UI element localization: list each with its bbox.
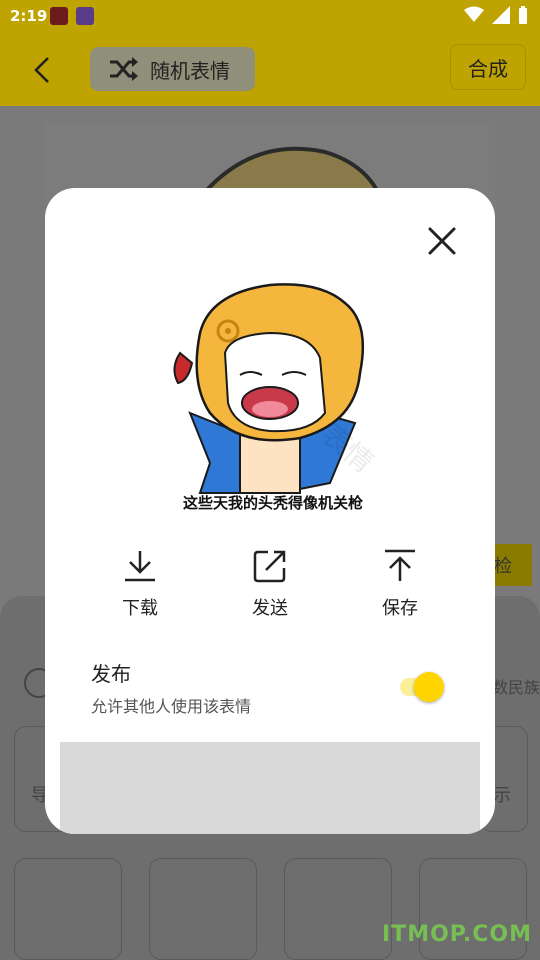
- action-row: 下载 发送 保存: [45, 548, 495, 638]
- status-bar: 2:19: [0, 0, 540, 32]
- toggle-knob: [414, 672, 444, 702]
- notification-app-icon: [50, 7, 68, 25]
- status-time: 2:19: [10, 7, 48, 25]
- close-button[interactable]: [423, 222, 461, 260]
- ad-placeholder: [60, 742, 480, 834]
- chevron-left-icon: [34, 57, 49, 83]
- box-hint-right: 示: [493, 785, 511, 806]
- random-emoji-label: 随机表情: [150, 58, 230, 83]
- back-button[interactable]: [26, 52, 62, 88]
- download-button[interactable]: 下载: [100, 548, 180, 620]
- close-icon: [428, 227, 456, 255]
- compose-button[interactable]: 合成: [450, 44, 526, 90]
- system-icons: [464, 6, 528, 24]
- send-label: 发送: [252, 598, 288, 619]
- sticker-thumb[interactable]: [284, 858, 392, 960]
- notification-app-icon-2: [76, 7, 94, 25]
- save-label: 保存: [382, 598, 418, 619]
- random-emoji-button[interactable]: 随机表情: [90, 47, 255, 91]
- publish-title: 发布: [91, 662, 131, 686]
- download-label: 下载: [122, 598, 158, 619]
- share-dialog: 表情 这些天我的头秃得像机关枪 下载 发送 保存 发布 允许其他人使用该表情: [45, 188, 495, 834]
- send-button[interactable]: 发送: [230, 548, 310, 620]
- sticker-thumb[interactable]: [14, 858, 122, 960]
- signal-icon: [492, 6, 510, 24]
- battery-icon: [519, 6, 527, 24]
- publish-description: 允许其他人使用该表情: [91, 697, 252, 716]
- save-button[interactable]: 保存: [360, 548, 440, 620]
- wifi-icon: [464, 6, 484, 22]
- upload-icon: [385, 549, 415, 581]
- share-icon: [253, 550, 286, 583]
- download-icon: [125, 551, 155, 582]
- publish-toggle[interactable]: [400, 672, 446, 702]
- sticker-thumb[interactable]: [149, 858, 257, 960]
- watermark: ITMOP.COM: [382, 922, 532, 947]
- meme-caption: 这些天我的头秃得像机关枪: [182, 494, 363, 512]
- shuffle-icon: [110, 57, 138, 81]
- app-bar: 随机表情 合成: [0, 32, 540, 106]
- category-hint: 数民族: [492, 678, 540, 697]
- publish-setting: 发布 允许其他人使用该表情: [91, 658, 451, 717]
